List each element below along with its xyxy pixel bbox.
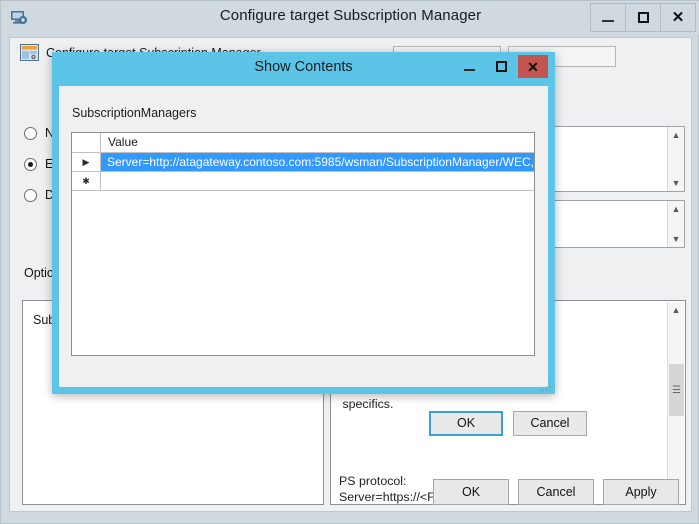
- dialog-cancel-button[interactable]: Cancel: [513, 411, 587, 436]
- maximize-icon: [637, 12, 649, 23]
- new-row-icon[interactable]: ✱: [72, 172, 101, 191]
- policy-setting-icon: [20, 44, 39, 61]
- close-icon: ✕: [527, 58, 539, 75]
- radio-disabled-indicator: [24, 188, 37, 202]
- main-window-titlebar[interactable]: Configure target Subscription Manager ✕: [1, 1, 699, 35]
- close-button[interactable]: ✕: [660, 3, 696, 32]
- row-selector-icon[interactable]: ▶: [72, 153, 101, 172]
- help-scroll-thumb[interactable]: ☰: [669, 364, 684, 416]
- table-row[interactable]: ✱: [72, 172, 534, 191]
- main-footer-buttons: OK Cancel Apply: [433, 479, 679, 505]
- grid-column-header-value: Value: [101, 133, 534, 152]
- help-scrollbar[interactable]: ▲ ☰ ▼: [667, 302, 684, 503]
- show-contents-dialog: Show Contents ✕ SubscriptionManagers Val…: [52, 52, 587, 436]
- comment-scrollbar[interactable]: ▲ ▼: [667, 127, 684, 191]
- maximize-button[interactable]: [625, 3, 661, 32]
- dialog-window-controls: ✕: [452, 55, 548, 78]
- minimize-icon: [463, 68, 475, 71]
- screen-root: Configure target Subscription Manager ✕: [0, 0, 699, 524]
- dialog-close-button[interactable]: ✕: [518, 55, 548, 78]
- maximize-icon: [495, 61, 507, 72]
- dialog-client-area: SubscriptionManagers Value ▶ Server=http…: [59, 86, 548, 387]
- supported-on-scrollbar[interactable]: ▲ ▼: [667, 201, 684, 247]
- subscription-managers-label: SubscriptionManagers: [72, 106, 197, 120]
- scroll-up-icon[interactable]: ▲: [668, 127, 684, 143]
- grid-cell-value[interactable]: [101, 172, 534, 191]
- resize-grip-icon[interactable]: [540, 380, 552, 392]
- dialog-titlebar[interactable]: Show Contents ✕: [52, 52, 555, 86]
- dialog-maximize-button[interactable]: [486, 55, 516, 78]
- scroll-down-icon[interactable]: ▼: [668, 175, 684, 191]
- dialog-minimize-button[interactable]: [454, 55, 484, 78]
- scroll-up-icon[interactable]: ▲: [668, 201, 684, 217]
- dialog-buttons: OK Cancel: [429, 411, 587, 436]
- grid-corner-cell: [72, 133, 101, 152]
- table-row[interactable]: ▶ Server=http://atagateway.contoso.com:5…: [72, 153, 534, 172]
- minimize-icon: [602, 19, 614, 22]
- values-grid[interactable]: Value ▶ Server=http://atagateway.contoso…: [71, 132, 535, 356]
- close-icon: ✕: [671, 9, 685, 26]
- grid-header-row: Value: [72, 133, 534, 153]
- dialog-ok-button[interactable]: OK: [429, 411, 503, 436]
- radio-not-configured-indicator: [24, 126, 37, 140]
- minimize-button[interactable]: [590, 3, 626, 32]
- radio-enabled-indicator: [24, 157, 37, 171]
- main-ok-button[interactable]: OK: [433, 479, 509, 505]
- main-cancel-button[interactable]: Cancel: [518, 479, 594, 505]
- grid-cell-value[interactable]: Server=http://atagateway.contoso.com:598…: [101, 153, 534, 172]
- scroll-down-icon[interactable]: ▼: [668, 231, 684, 247]
- scroll-up-icon[interactable]: ▲: [668, 302, 684, 318]
- main-apply-button[interactable]: Apply: [603, 479, 679, 505]
- main-window-controls: ✕: [590, 3, 696, 32]
